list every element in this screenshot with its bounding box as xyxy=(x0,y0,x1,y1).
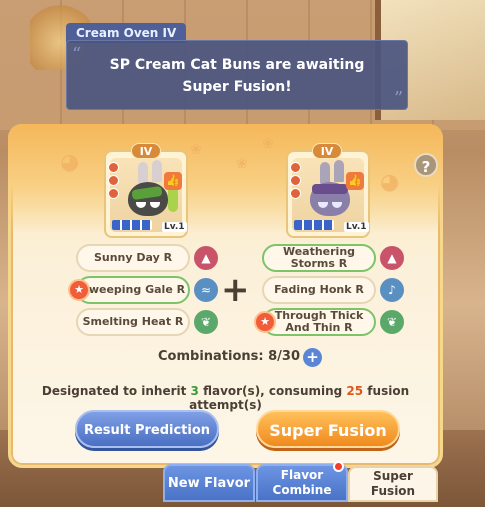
like-icon: 👍 xyxy=(346,172,364,190)
dialog-line-2: Super Fusion! xyxy=(182,79,292,95)
bell-icon: ♪ xyxy=(380,278,404,302)
paw-icon: ❀ xyxy=(236,156,248,172)
tab-flavor-combine-label: Flavor Combine xyxy=(273,468,332,498)
badge-dot xyxy=(290,162,301,173)
left-cat-card[interactable]: 👍 Lv.1 xyxy=(104,150,188,238)
inherit-middle: flavor(s), consuming xyxy=(198,384,347,398)
badge-dot xyxy=(290,188,301,199)
combinations-count: Combinations: 8/30 xyxy=(158,349,301,364)
cat-bun-decoration-icon: ◕ xyxy=(60,150,80,175)
cat-bun-decoration-icon: ◕ xyxy=(380,170,400,195)
leaf-icon: ❦ xyxy=(380,310,404,334)
cat-stats-bar xyxy=(294,220,334,230)
badge-dot xyxy=(108,175,119,186)
inherit-flavor-count: 3 xyxy=(190,384,199,398)
tab-flavor-combine-line-2: Combine xyxy=(272,483,332,497)
mountain-icon: ▲ xyxy=(194,246,218,270)
right-tier-badge: IV xyxy=(312,143,342,159)
quote-close-icon: ” xyxy=(394,88,404,109)
level-label: Lv.1 xyxy=(162,222,187,232)
left-flavor-pill-2[interactable]: Sweeping Gale R xyxy=(76,276,190,304)
cat-stats-bar xyxy=(112,220,152,230)
like-icon: 👍 xyxy=(164,172,182,190)
flavor-badges xyxy=(108,162,120,201)
selected-flavor-icon: ★ xyxy=(254,311,276,333)
paw-icon: ❀ xyxy=(190,142,202,158)
tab-flavor-combine-line-1: Flavor xyxy=(280,468,324,482)
right-flavor-pill-2[interactable]: Fading Honk R xyxy=(262,276,376,304)
super-fusion-button[interactable]: Super Fusion xyxy=(256,410,400,448)
tab-new-flavor[interactable]: New Flavor xyxy=(163,464,255,502)
selected-flavor-icon: ★ xyxy=(68,279,90,301)
mountain-icon: ▲ xyxy=(380,246,404,270)
panel-header-decoration xyxy=(8,124,443,234)
help-button[interactable]: ? xyxy=(414,153,438,177)
cat-ear xyxy=(320,162,330,184)
right-flavor-pill-3[interactable]: Through Thick And Thin R xyxy=(262,308,376,336)
inherit-prefix: Designated to inherit xyxy=(41,384,191,398)
badge-dot xyxy=(108,162,119,173)
wind-icon: ≈ xyxy=(194,278,218,302)
dialog-text: SP Cream Cat Buns are awaiting Super Fus… xyxy=(80,54,394,98)
cat-ear xyxy=(152,160,162,182)
level-label: Lv.1 xyxy=(344,222,369,232)
right-cat-card[interactable]: 👍 Lv.1 xyxy=(286,150,370,238)
left-tier-badge: IV xyxy=(131,143,161,159)
flavor-badges xyxy=(290,162,302,201)
notification-dot-icon xyxy=(333,461,344,472)
fusion-attempts-count: 25 xyxy=(346,384,364,398)
inherit-summary: Designated to inherit 3 flavor(s), consu… xyxy=(8,384,443,412)
right-flavor-pill-1[interactable]: Weathering Storms R xyxy=(262,244,376,272)
cat-hat xyxy=(312,184,348,194)
plus-sign: + xyxy=(221,270,250,310)
tab-super-fusion[interactable]: Super Fusion xyxy=(348,466,438,502)
cat-ear xyxy=(334,160,344,182)
cat-ear xyxy=(138,162,148,184)
badge-dot xyxy=(108,188,119,199)
add-combination-button[interactable]: + xyxy=(303,348,322,367)
leaf-icon: ❦ xyxy=(194,310,218,334)
dialog-line-1: SP Cream Cat Buns are awaiting xyxy=(109,57,365,73)
left-flavor-pill-3[interactable]: Smelting Heat R xyxy=(76,308,190,336)
left-flavor-pill-1[interactable]: Sunny Day R xyxy=(76,244,190,272)
paw-icon: ❀ xyxy=(262,136,274,152)
result-prediction-button[interactable]: Result Prediction xyxy=(75,410,219,448)
badge-dot xyxy=(290,175,301,186)
